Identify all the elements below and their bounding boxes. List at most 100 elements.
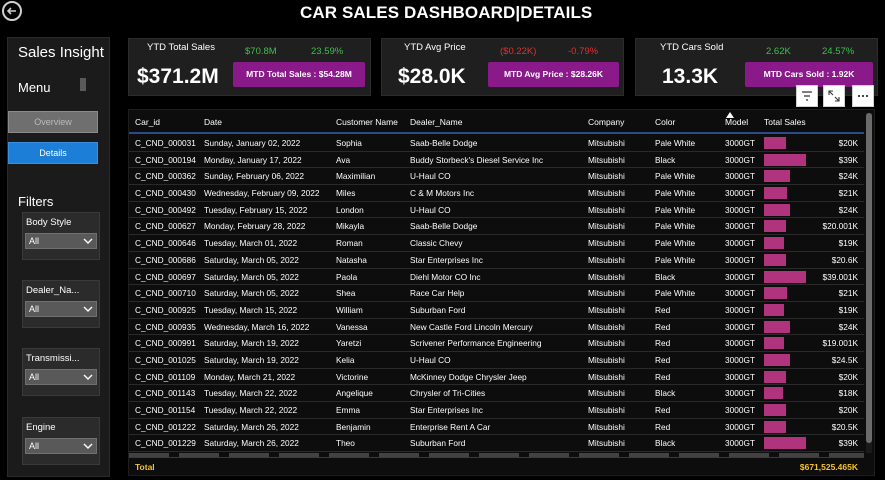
col-car-id[interactable]: Car_id bbox=[135, 117, 160, 127]
total-sales-cell: $24.5K bbox=[831, 354, 858, 365]
table-cell: Tuesday, March 22, 2022 bbox=[204, 405, 298, 415]
scrollbar-thumb[interactable] bbox=[866, 113, 872, 443]
table-cell: Saturday, March 19, 2022 bbox=[204, 354, 299, 365]
table-cell: Saab-Belle Dodge bbox=[410, 221, 478, 232]
table-cell: Star Enterprises Inc bbox=[410, 405, 483, 415]
table-cell: Sunday, February 06, 2022 bbox=[204, 171, 304, 182]
table-row[interactable]: C_CND_000646 Tuesday, March 01, 2022 Roman… bbox=[129, 235, 864, 252]
table-cell: Pale White bbox=[655, 171, 696, 182]
transmission-dropdown[interactable]: All bbox=[25, 369, 97, 385]
table-row[interactable]: C_CND_001143 Tuesday, March 22, 2022 Angel… bbox=[129, 385, 864, 402]
filter-label: Body Style bbox=[26, 217, 72, 228]
table-row[interactable]: C_CND_000430 Wednesday, February 09, 2022… bbox=[129, 185, 864, 202]
col-dealer-name[interactable]: Dealer_Name bbox=[410, 117, 462, 127]
dealer-name-dropdown[interactable]: All bbox=[25, 301, 97, 317]
table-cell: C_CND_000686 bbox=[135, 254, 196, 265]
col-company[interactable]: Company bbox=[588, 117, 624, 127]
total-sales-cell: $24K bbox=[838, 321, 858, 332]
table-row[interactable]: C_CND_000194 Monday, January 17, 2022 Ava B… bbox=[129, 152, 864, 169]
overview-button[interactable]: Overview bbox=[8, 111, 98, 133]
table-row[interactable]: C_CND_000031 Sunday, January 02, 2022 Soph… bbox=[129, 135, 864, 152]
table-row[interactable]: C_CND_000686 Saturday, March 05, 2022 Nata… bbox=[129, 252, 864, 269]
table-cell: Saturday, March 19, 2022 bbox=[204, 338, 299, 349]
table-cell: Benjamin bbox=[336, 421, 371, 432]
sales-bar bbox=[764, 287, 787, 300]
sales-bar bbox=[764, 370, 786, 383]
table-cell: U-Haul CO bbox=[410, 204, 451, 215]
table-cell: 3000GT bbox=[725, 304, 755, 315]
filter-button[interactable] bbox=[796, 85, 818, 107]
table-row[interactable]: C_CND_001109 Monday, March 21, 2022 Victor… bbox=[129, 369, 864, 386]
table-cell: Black bbox=[655, 154, 676, 165]
table-cell: Chrysler of Tri-Cities bbox=[410, 388, 486, 399]
table-cell: Mitsubishi bbox=[588, 204, 625, 215]
table-cell: C & M Motors Inc bbox=[410, 188, 475, 199]
col-customer-name[interactable]: Customer Name bbox=[336, 117, 398, 127]
kpi-change-percent: 23.59% bbox=[311, 46, 344, 57]
kpi-change-percent: -0.79% bbox=[568, 46, 599, 57]
table-cell: Red bbox=[655, 371, 671, 382]
focus-mode-button[interactable] bbox=[823, 85, 845, 107]
filter-dealer-name: Dealer_Na... All bbox=[22, 280, 100, 328]
kpi-label: YTD Total Sales bbox=[147, 42, 215, 53]
table-cell: Mitsubishi bbox=[588, 321, 625, 332]
body-style-dropdown[interactable]: All bbox=[25, 233, 97, 249]
details-button[interactable]: Details bbox=[8, 142, 98, 164]
table-row[interactable]: C_CND_000935 Wednesday, March 16, 2022 Van… bbox=[129, 319, 864, 336]
table-cell: Mitsubishi bbox=[588, 421, 625, 432]
table-cell: Mitsubishi bbox=[588, 438, 625, 449]
sidebar: Sales Insight Menu Overview Details Filt… bbox=[7, 37, 110, 477]
filter-label: Dealer_Na... bbox=[26, 285, 80, 296]
table-cell: Black bbox=[655, 271, 676, 282]
table-row[interactable]: C_CND_001229 Saturday, March 26, 2022 Theo… bbox=[129, 435, 864, 453]
more-options-button[interactable] bbox=[852, 85, 874, 107]
table-cell: Maximilian bbox=[336, 171, 376, 182]
col-color[interactable]: Color bbox=[655, 117, 675, 127]
table-row[interactable]: C_CND_000492 Tuesday, February 15, 2022 Lo… bbox=[129, 202, 864, 219]
vertical-scrollbar[interactable] bbox=[866, 113, 872, 453]
table-row[interactable]: C_CND_001025 Saturday, March 19, 2022 Keli… bbox=[129, 352, 864, 369]
table-cell: Roman bbox=[336, 238, 363, 249]
total-sales-cell: $39K bbox=[838, 154, 858, 165]
table-row[interactable]: C_CND_001222 Saturday, March 26, 2022 Benj… bbox=[129, 419, 864, 436]
table-cell: Theo bbox=[336, 438, 355, 449]
table-row[interactable]: C_CND_000710 Saturday, March 05, 2022 Shea… bbox=[129, 285, 864, 302]
table-cell: 3000GT bbox=[725, 321, 755, 332]
table-cell: Classic Chevy bbox=[410, 238, 463, 249]
total-sales-cell: $19K bbox=[838, 238, 858, 249]
total-sales-cell: $20.5K bbox=[831, 421, 858, 432]
table-cell: Pale White bbox=[655, 204, 696, 215]
arrow-left-icon bbox=[6, 7, 16, 15]
table-cell: U-Haul CO bbox=[410, 171, 451, 182]
engine-dropdown[interactable]: All bbox=[25, 438, 97, 454]
table-row[interactable]: C_CND_000925 Tuesday, March 15, 2022 Willi… bbox=[129, 302, 864, 319]
table-cell: London bbox=[336, 204, 364, 215]
kpi-change-percent: 24.57% bbox=[822, 46, 855, 57]
more-options-icon bbox=[857, 94, 869, 98]
table-row[interactable]: C_CND_000627 Monday, February 28, 2022 Mik… bbox=[129, 218, 864, 236]
dropdown-value: All bbox=[29, 304, 40, 314]
table-cell: Tuesday, March 22, 2022 bbox=[204, 388, 298, 399]
table-cell: Paola bbox=[336, 271, 358, 282]
sidebar-title: Sales Insight bbox=[18, 44, 104, 61]
menu-toggle-icon[interactable] bbox=[80, 78, 86, 91]
table-cell: Sunday, January 02, 2022 bbox=[204, 138, 301, 148]
col-date[interactable]: Date bbox=[204, 117, 222, 127]
table-row[interactable]: C_CND_000697 Saturday, March 05, 2022 Paol… bbox=[129, 269, 864, 286]
table-cell: Race Car Help bbox=[410, 288, 465, 299]
kpi-mtd-badge: MTD Total Sales : $54.28M bbox=[233, 62, 365, 87]
table-cell: 3000GT bbox=[725, 371, 755, 382]
table-cell: C_CND_001143 bbox=[135, 388, 196, 399]
col-model[interactable]: Model bbox=[725, 117, 748, 127]
table-row[interactable]: C_CND_001154 Tuesday, March 22, 2022 Emma S… bbox=[129, 402, 864, 419]
table-cell: Mitsubishi bbox=[588, 188, 625, 199]
total-sales-cell: $20K bbox=[838, 371, 858, 382]
back-button[interactable] bbox=[2, 1, 22, 21]
total-value: $671,525.465K bbox=[799, 462, 858, 472]
kpi-value: 13.3K bbox=[662, 65, 719, 88]
sales-bar bbox=[764, 270, 806, 283]
col-total-sales[interactable]: Total Sales bbox=[764, 117, 806, 127]
table-row[interactable]: C_CND_000991 Saturday, March 19, 2022 Yare… bbox=[129, 335, 864, 352]
sales-bar bbox=[764, 420, 786, 433]
table-row[interactable]: C_CND_000362 Sunday, February 06, 2022 Max… bbox=[129, 168, 864, 186]
